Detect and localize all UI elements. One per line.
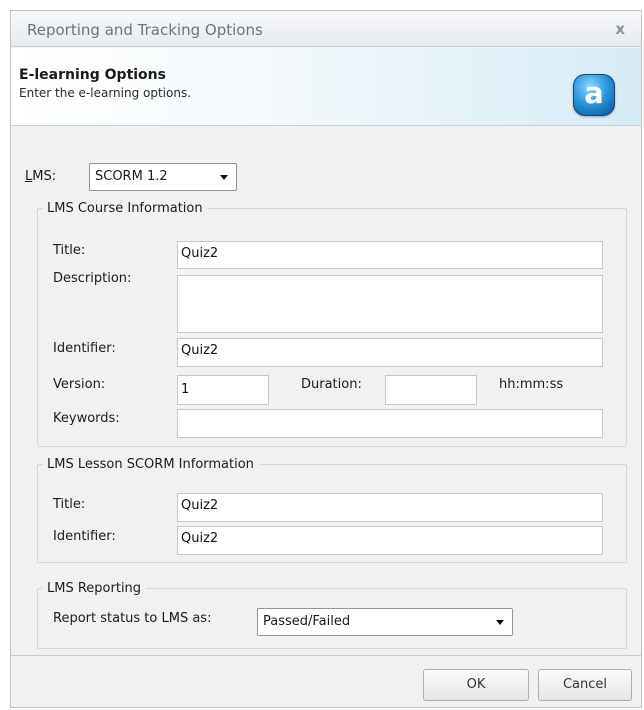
ok-button[interactable]: OK: [423, 669, 529, 701]
reporting-legend: LMS Reporting: [47, 581, 142, 596]
course-keywords-input[interactable]: [177, 409, 603, 438]
course-identifier-label: Identifier:: [53, 341, 116, 356]
course-description-input[interactable]: [177, 275, 603, 333]
lesson-title-input[interactable]: Quiz2: [177, 493, 603, 522]
lms-selected-value: SCORM 1.2: [95, 169, 168, 184]
report-status-select[interactable]: Passed/Failed: [257, 608, 513, 636]
duration-format-hint: hh:mm:ss: [499, 377, 564, 392]
header-title: E-learning Options: [19, 67, 166, 83]
course-version-label: Version:: [53, 377, 106, 392]
course-title-input[interactable]: Quiz2: [177, 241, 603, 269]
window-title: Reporting and Tracking Options: [27, 21, 263, 39]
cancel-button[interactable]: Cancel: [538, 669, 632, 701]
report-status-selected: Passed/Failed: [263, 614, 351, 629]
course-title-label: Title:: [53, 243, 86, 258]
reporting-tracking-dialog: Reporting and Tracking Options x E-learn…: [10, 10, 642, 708]
dialog-header: E-learning Options Enter the e-learning …: [11, 48, 641, 126]
lms-select[interactable]: SCORM 1.2: [89, 163, 237, 191]
lesson-identifier-input[interactable]: Quiz2: [177, 526, 603, 555]
course-description-label: Description:: [53, 271, 132, 286]
title-bar: Reporting and Tracking Options x: [11, 11, 641, 47]
report-status-label: Report status to LMS as:: [53, 611, 212, 626]
course-info-legend: LMS Course Information: [47, 201, 203, 216]
header-subtitle: Enter the e-learning options.: [19, 86, 192, 100]
lesson-identifier-label: Identifier:: [53, 529, 116, 544]
course-version-input[interactable]: 1: [177, 375, 269, 405]
chevron-down-icon: [220, 175, 228, 180]
course-duration-label: Duration:: [301, 377, 362, 392]
course-keywords-label: Keywords:: [53, 411, 120, 426]
course-identifier-input[interactable]: Quiz2: [177, 338, 603, 367]
course-duration-input[interactable]: [385, 375, 477, 405]
app-logo-letter: a: [584, 76, 604, 110]
lms-label-text: MS:: [32, 169, 57, 184]
lesson-info-legend: LMS Lesson SCORM Information: [47, 457, 254, 472]
lms-label: LMS:: [25, 169, 57, 184]
footer-divider: [11, 655, 641, 656]
lesson-title-label: Title:: [53, 497, 86, 512]
close-icon[interactable]: x: [615, 20, 625, 38]
app-logo-icon: a: [573, 74, 615, 116]
chevron-down-icon: [496, 620, 504, 625]
